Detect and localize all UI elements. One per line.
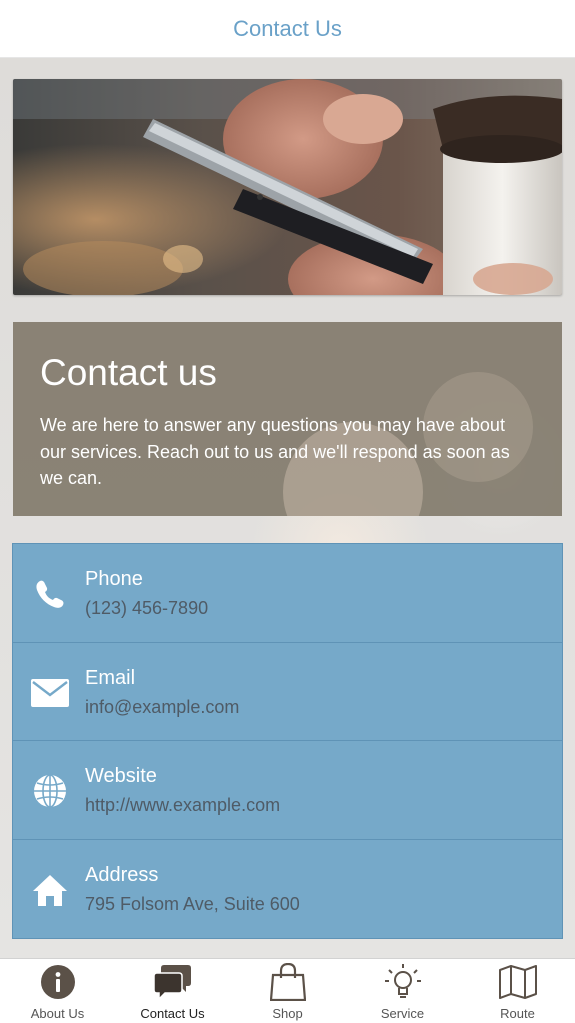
intro-text: We are here to answer any questions you … [40,415,510,488]
chat-bubbles-icon [153,963,193,1001]
tab-label: About Us [30,1006,85,1021]
tab-shop[interactable]: Shop [230,959,345,1023]
contact-list: Phone (123) 456-7890 Email info@example.… [12,543,563,939]
contact-label: Email [85,666,136,689]
envelope-icon [30,673,70,713]
info-icon [38,963,78,1001]
contact-label: Website [85,765,157,787]
shopping-bag-icon [268,963,308,1001]
tab-label: Service [380,1006,425,1021]
contact-row-website[interactable]: Website http://www.example.com [13,741,562,840]
globe-icon [30,771,70,811]
contact-value: 795 Folsom Ave, Suite 600 [85,893,300,914]
contact-label: Phone [85,568,143,590]
map-icon [498,963,538,1001]
tab-about-us[interactable]: About Us [0,959,115,1023]
phone-icon [30,574,70,614]
app-header: Contact Us [0,0,575,58]
contact-value: info@example.com [85,696,240,717]
tab-label: Route [500,1006,535,1021]
contact-row-phone[interactable]: Phone (123) 456-7890 [13,544,562,643]
intro-heading: Contact us [40,352,217,393]
contact-label: Address [85,863,159,886]
contact-value: (123) 456-7890 [85,598,209,618]
tab-label: Contact Us [140,1006,205,1021]
hero-image [13,79,562,295]
home-icon [30,870,70,910]
tab-route[interactable]: Route [460,959,575,1023]
lightbulb-icon [383,963,423,1001]
intro-panel: Contact us We are here to answer any que… [13,322,562,516]
tab-service[interactable]: Service [345,959,460,1023]
tab-contact-us[interactable]: Contact Us [115,959,230,1023]
contact-row-email[interactable]: Email info@example.com [13,643,562,741]
page-title: Contact Us [233,15,342,41]
contact-row-address[interactable]: Address 795 Folsom Ave, Suite 600 [13,840,562,939]
contact-value: http://www.example.com [85,795,281,815]
tab-label: Shop [272,1006,303,1021]
bottom-tab-bar: About Us Contact Us Shop Service Route [0,958,575,1023]
